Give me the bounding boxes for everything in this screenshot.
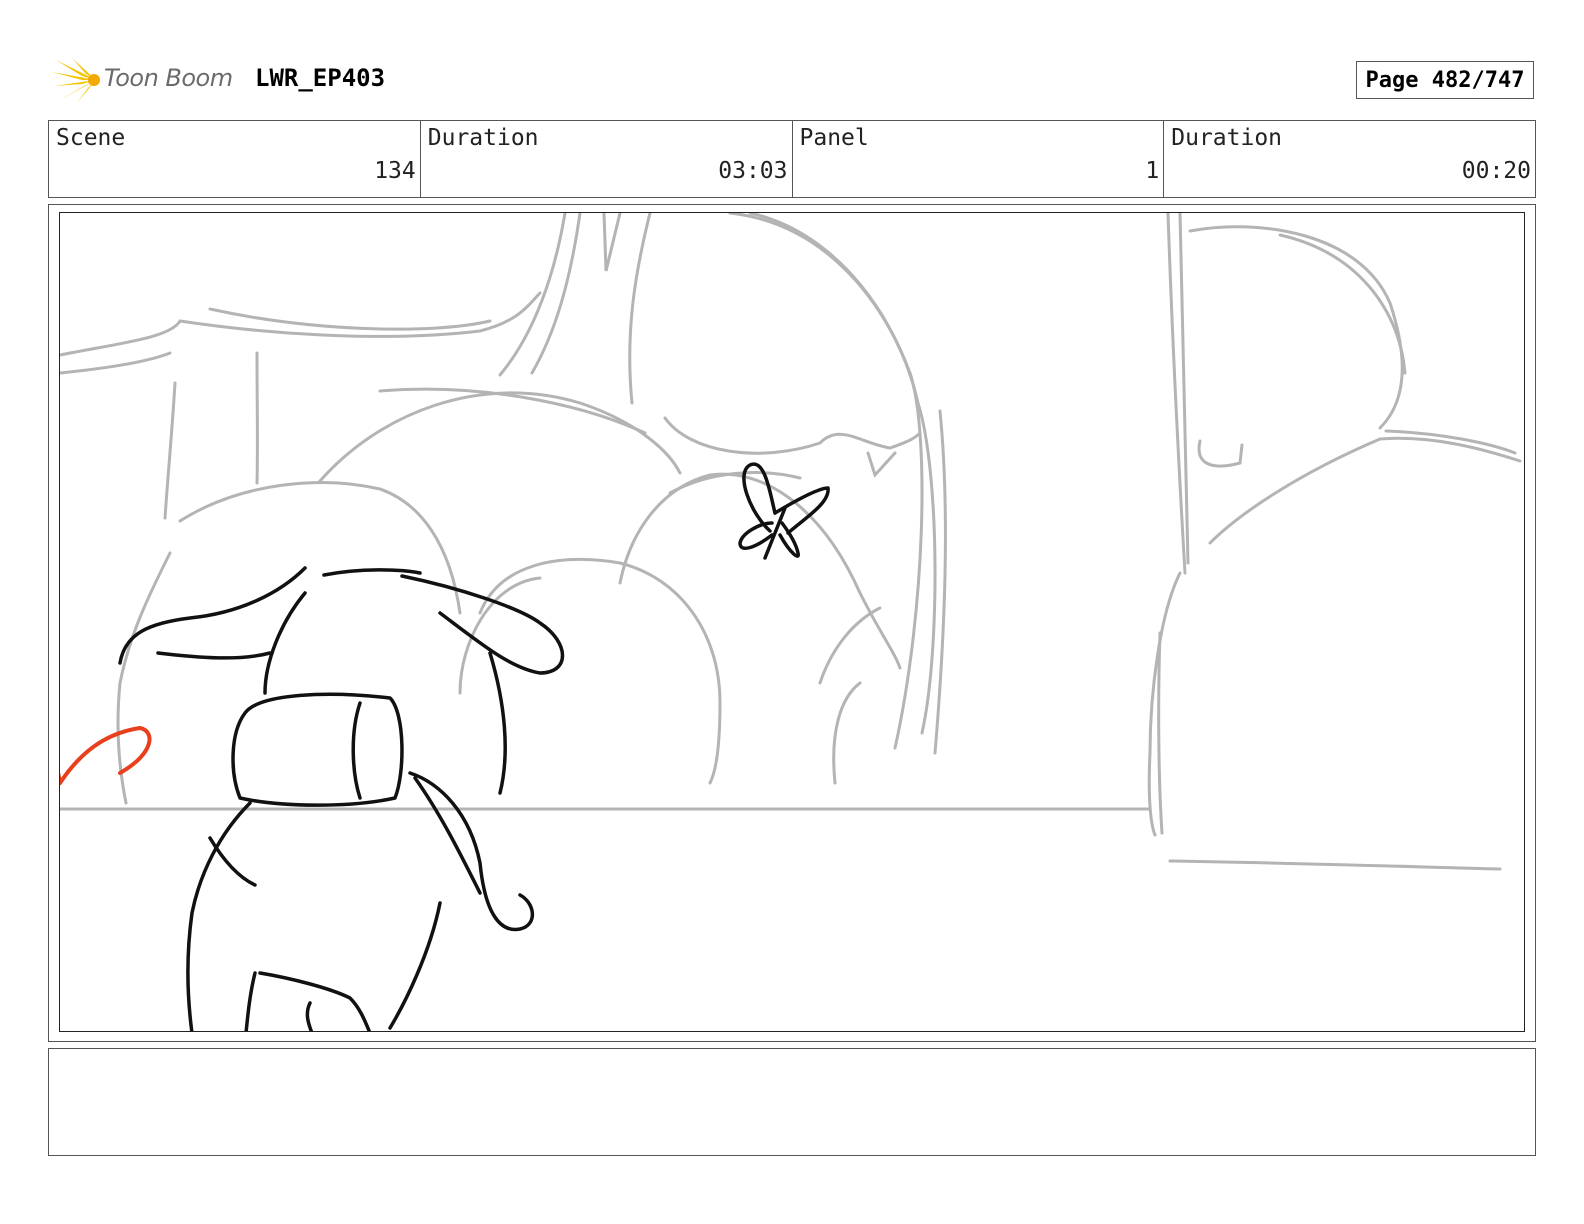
- bg-trunk-center-right: [628, 213, 652, 405]
- panel-duration-cell: Duration 00:20: [1164, 121, 1535, 197]
- bg-canopy-underside: [663, 416, 922, 455]
- storyboard-panel-image: [59, 212, 1525, 1032]
- bg-ground-line-right: [1168, 859, 1502, 871]
- bg-bush-far-right: [1208, 436, 1522, 545]
- bg-canopy-far-right-2: [1278, 233, 1407, 375]
- bg-bush-far-right-body-2: [1157, 631, 1164, 835]
- bg-foliage-top-left-3: [208, 307, 492, 331]
- bg-bush-center-mid: [618, 472, 902, 670]
- character-ear-right: [400, 574, 565, 675]
- bg-canopy-curl: [1197, 439, 1244, 468]
- bg-bush-far-right-body: [1147, 571, 1182, 837]
- character-leg-right: [388, 901, 442, 1030]
- character-ear-left: [118, 566, 307, 665]
- bg-branch-stub: [866, 451, 897, 478]
- page-indicator: Page 482/747: [1356, 61, 1534, 99]
- character-belly: [258, 971, 372, 1031]
- scene-label: Scene: [56, 125, 126, 151]
- project-title: LWR_EP403: [255, 64, 386, 92]
- bg-trunk-center-left: [498, 213, 567, 377]
- character-head-top: [322, 568, 422, 577]
- panel-notes-box: [48, 1048, 1536, 1156]
- panel-value: 1: [1145, 158, 1160, 184]
- bg-bush-mid-large: [318, 391, 682, 483]
- toon-boom-burst-icon: [52, 58, 100, 104]
- background-sketch: [60, 213, 1522, 871]
- character-bandana: [231, 692, 404, 807]
- panel-cell: Panel 1: [793, 121, 1165, 197]
- scene-duration-value: 03:03: [718, 158, 788, 184]
- character-head-left: [263, 591, 307, 695]
- bg-trunk-right-stroke: [933, 409, 947, 755]
- bg-bush-left: [178, 481, 462, 615]
- storyboard-panel-frame: [48, 204, 1536, 1042]
- bg-bush-center-low: [478, 558, 722, 785]
- character-head-right: [488, 651, 507, 795]
- logo-wordmark: Toon Boom: [104, 64, 233, 92]
- character-ear-left-lower: [156, 651, 272, 660]
- bg-foliage-top-left-2: [60, 351, 172, 375]
- character-sketch: [118, 566, 565, 1031]
- panel-label: Panel: [799, 125, 869, 151]
- bg-bush-left-edge: [116, 551, 172, 805]
- bg-canopy-far-right: [1188, 225, 1404, 430]
- bg-bush-center-right-edge-2: [832, 681, 862, 785]
- character-bandana-fold: [351, 701, 362, 800]
- bg-bush-center-right-edge: [818, 606, 882, 685]
- motion-arrow-icon: [60, 726, 152, 785]
- character-foot: [305, 1001, 314, 1031]
- bg-trunk-1: [163, 381, 177, 520]
- panel-sketch: [60, 213, 1522, 1031]
- scene-duration-label: Duration: [427, 125, 539, 151]
- character-leg-left: [244, 971, 257, 1031]
- character-body-left: [186, 801, 252, 1031]
- scene-info-table: Scene 134 Duration 03:03 Panel 1 Duratio…: [48, 120, 1536, 198]
- bg-trunk-notch: [602, 213, 622, 272]
- toon-boom-logo: Toon Boom: [52, 56, 242, 106]
- panel-duration-label: Duration: [1171, 125, 1283, 151]
- panel-duration-value: 00:20: [1461, 158, 1531, 184]
- scene-value: 134: [374, 158, 416, 184]
- scene-cell: Scene 134: [49, 121, 421, 197]
- scene-duration-cell: Duration 03:03: [421, 121, 793, 197]
